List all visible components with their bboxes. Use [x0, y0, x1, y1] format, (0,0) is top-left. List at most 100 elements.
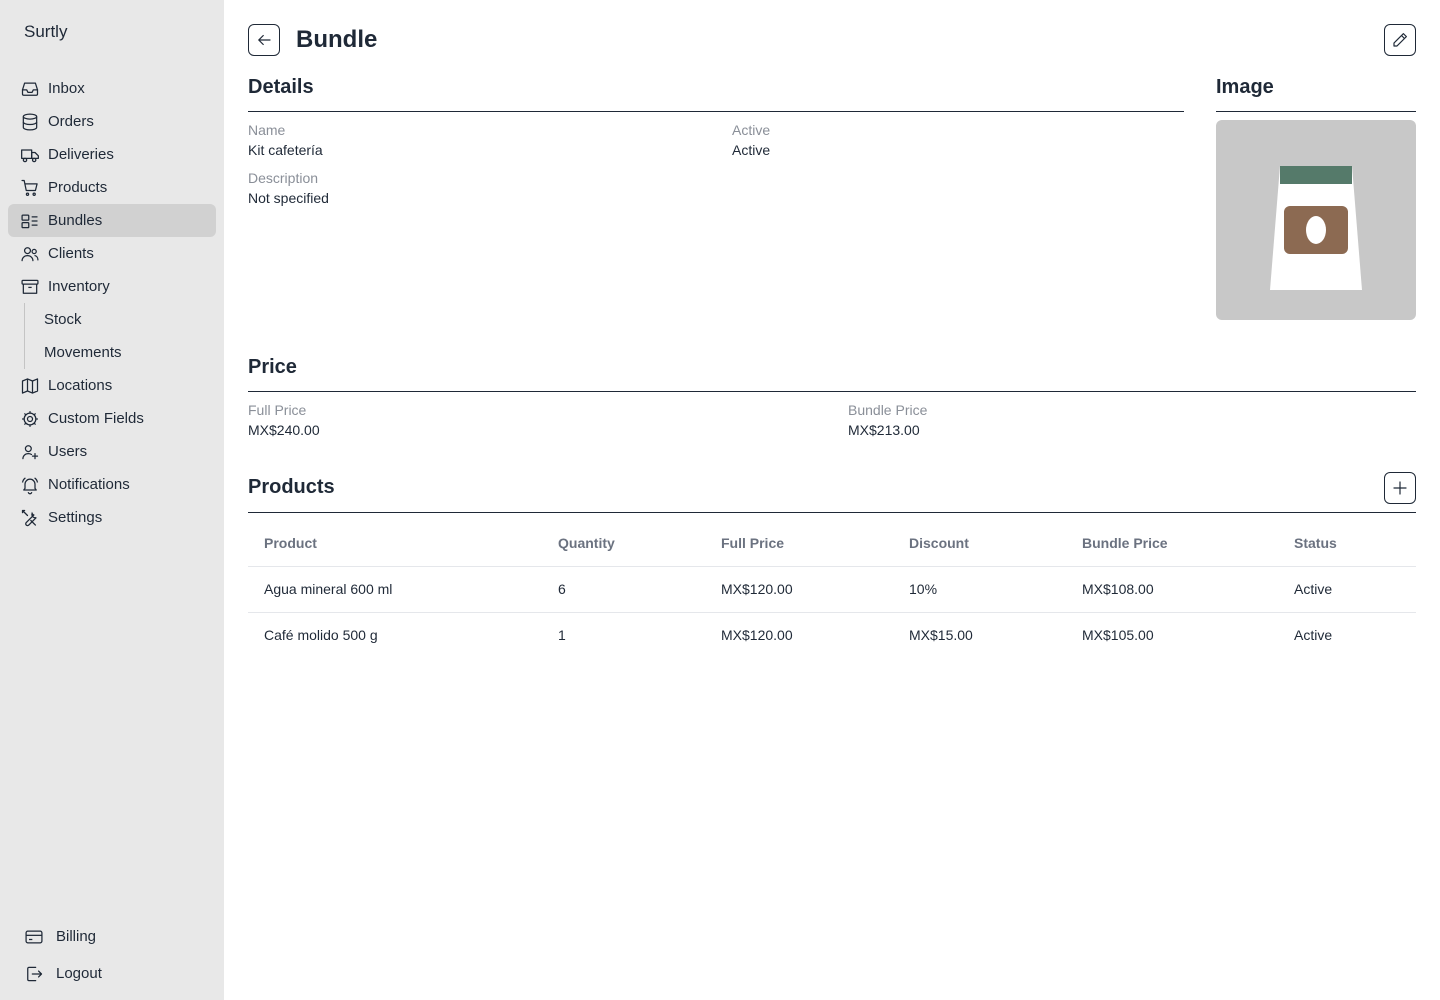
image-divider [1216, 111, 1416, 112]
archive-icon [21, 279, 39, 294]
table-header-row: Product Quantity Full Price Discount Bun… [248, 520, 1416, 566]
column-header-discount: Discount [909, 534, 969, 551]
price-section-title: Price [248, 356, 297, 378]
database-icon [22, 112, 38, 131]
bundle-icon [21, 214, 38, 228]
cell-status: Active [1278, 565, 1416, 612]
main-nav: Inbox Orders Deliveries Products Bundles… [8, 72, 216, 534]
table-row[interactable]: Agua mineral 600 ml 6 MX$120.00 10% MX$1… [248, 565, 1416, 612]
sidebar-item-products[interactable]: Products [8, 171, 216, 204]
brand-name: Surtly [24, 22, 68, 41]
column-header-quantity: Quantity [558, 534, 615, 551]
column-header-full-price: Full Price [721, 534, 785, 551]
details-section-title: Details [248, 76, 314, 98]
sidebar-item-label: Bundles [48, 212, 103, 229]
sidebar-item-locations[interactable]: Locations [8, 369, 216, 402]
page-title: Bundle [296, 26, 378, 53]
cell-status: Active [1278, 611, 1416, 658]
sidebar-item-logout[interactable]: Logout [8, 955, 216, 992]
description-label: Description [248, 170, 319, 186]
sidebar-item-billing[interactable]: Billing [8, 918, 216, 955]
sidebar-item-label: Users [48, 443, 88, 460]
users-icon [21, 246, 39, 261]
inbox-icon [21, 82, 39, 96]
column-header-status: Status [1294, 534, 1337, 551]
column-header-product: Product [264, 534, 317, 551]
cell-discount: MX$15.00 [893, 611, 1066, 658]
sidebar: Surtly Inbox Orders Deliveries Products … [0, 0, 224, 1000]
full-price-value: MX$240.00 [248, 422, 320, 438]
sidebar-item-clients[interactable]: Clients [8, 237, 216, 270]
description-value: Not specified [248, 190, 329, 206]
price-divider [248, 391, 1416, 392]
sidebar-item-label: Locations [48, 377, 113, 394]
back-button[interactable] [248, 24, 280, 56]
details-divider [248, 111, 1184, 112]
name-label: Name [248, 122, 286, 138]
sidebar-item-notifications[interactable]: Notifications [8, 468, 216, 501]
bell-icon [21, 476, 39, 494]
sidebar-footer: Billing Logout [8, 918, 216, 992]
products-section-title: Products [248, 476, 335, 498]
truck-icon [21, 148, 39, 162]
add-product-button[interactable] [1384, 472, 1416, 504]
sidebar-item-label: Deliveries [48, 146, 114, 163]
sidebar-item-label: Movements [44, 344, 122, 361]
sidebar-item-label: Billing [56, 928, 97, 945]
sidebar-item-label: Custom Fields [48, 410, 144, 427]
sidebar-item-label: Orders [48, 113, 94, 130]
edit-button[interactable] [1384, 24, 1416, 56]
sidebar-subitem-movements[interactable]: Movements [24, 336, 216, 369]
sidebar-item-label: Stock [44, 311, 82, 328]
map-icon [21, 377, 39, 394]
sidebar-item-bundles[interactable]: Bundles [8, 204, 216, 237]
cell-quantity: 1 [542, 611, 705, 658]
credit-card-icon [25, 930, 43, 943]
sidebar-item-label: Clients [48, 245, 94, 262]
image-section-title: Image [1216, 76, 1274, 98]
sidebar-item-label: Settings [48, 509, 103, 526]
sidebar-item-inbox[interactable]: Inbox [8, 72, 216, 105]
arrow-left-icon [258, 34, 271, 46]
full-price-label: Full Price [248, 402, 307, 418]
tools-icon [21, 509, 37, 526]
cart-icon [21, 179, 38, 196]
sidebar-item-label: Products [48, 179, 108, 196]
inventory-submenu: Stock Movements [24, 303, 216, 369]
sidebar-item-inventory[interactable]: Inventory [8, 270, 216, 303]
bundle-price-label: Bundle Price [848, 402, 928, 418]
products-divider [248, 512, 1416, 513]
sidebar-subitem-stock[interactable]: Stock [24, 303, 216, 336]
coffee-bag-illustration [1270, 166, 1362, 290]
main-content: Bundle Details Name Kit cafetería Active… [224, 0, 1440, 1000]
active-value: Active [732, 142, 771, 158]
table-row[interactable]: Café molido 500 g 1 MX$120.00 MX$15.00 M… [248, 611, 1416, 658]
sidebar-item-label: Logout [56, 965, 102, 982]
sidebar-item-label: Notifications [48, 476, 130, 493]
column-header-bundle-price: Bundle Price [1082, 534, 1168, 551]
sidebar-item-custom-fields[interactable]: Custom Fields [8, 402, 216, 435]
bundle-image [1216, 120, 1416, 320]
products-table: Product Quantity Full Price Discount Bun… [248, 520, 1416, 658]
cell-bundle-price: MX$108.00 [1066, 565, 1278, 612]
cell-product: Café molido 500 g [248, 611, 542, 658]
sidebar-item-users[interactable]: Users [8, 435, 216, 468]
cell-discount: 10% [893, 565, 1066, 612]
plus-icon [1393, 481, 1407, 495]
cell-full-price: MX$120.00 [705, 565, 893, 612]
cell-quantity: 6 [542, 565, 705, 612]
cell-bundle-price: MX$105.00 [1066, 611, 1278, 658]
cell-product: Agua mineral 600 ml [248, 565, 542, 612]
name-value: Kit cafetería [248, 142, 323, 158]
sidebar-item-settings[interactable]: Settings [8, 501, 216, 534]
sidebar-item-label: Inventory [48, 278, 110, 295]
logout-icon [27, 966, 43, 981]
gear-icon [22, 410, 38, 427]
user-plus-icon [22, 444, 39, 459]
pencil-icon [1393, 33, 1407, 47]
active-label: Active [732, 122, 771, 138]
cell-full-price: MX$120.00 [705, 611, 893, 658]
sidebar-item-deliveries[interactable]: Deliveries [8, 138, 216, 171]
sidebar-item-label: Inbox [48, 80, 85, 97]
sidebar-item-orders[interactable]: Orders [8, 105, 216, 138]
